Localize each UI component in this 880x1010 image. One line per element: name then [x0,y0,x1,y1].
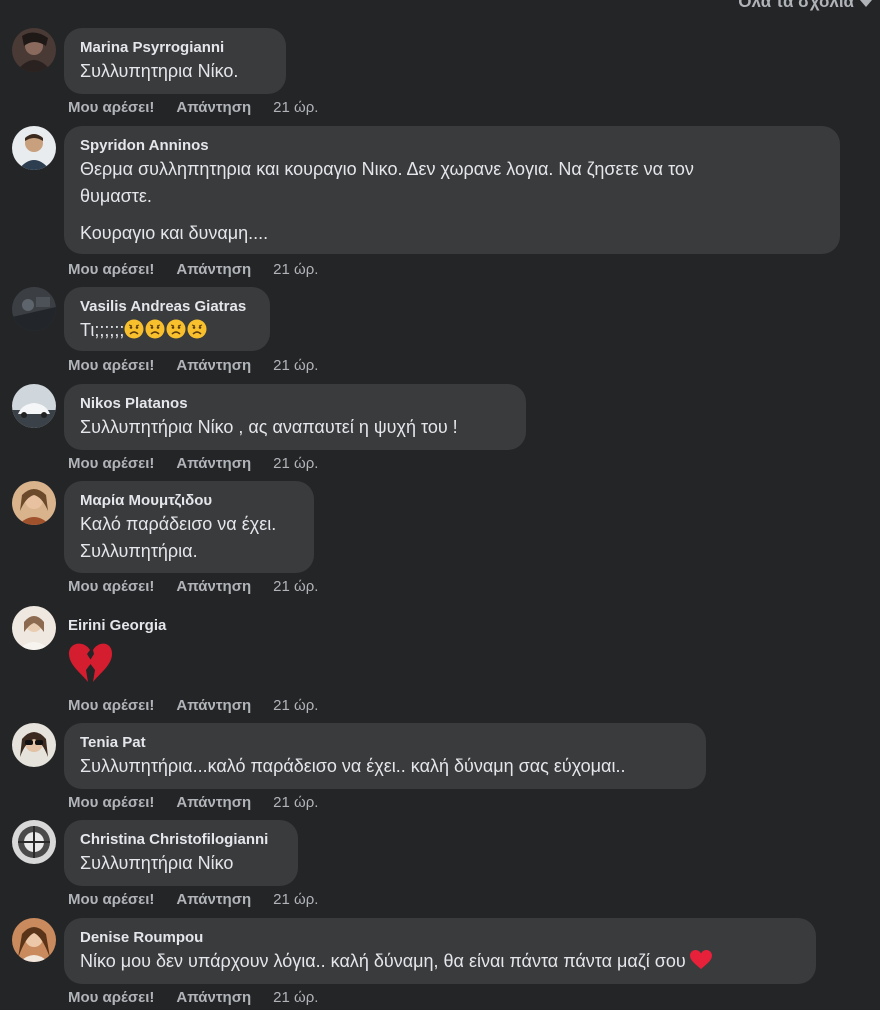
comment-timestamp[interactable]: 21 ώρ. [273,357,318,375]
avatar[interactable] [12,384,56,428]
comment-timestamp[interactable]: 21 ώρ. [273,989,318,1007]
sad-face-icon [187,319,207,339]
sad-face-icon [166,319,186,339]
comment-timestamp[interactable]: 21 ώρ. [273,455,318,473]
like-button[interactable]: Μου αρέσει! [68,578,154,596]
comment-timestamp[interactable]: 21 ώρ. [273,891,318,909]
like-button[interactable]: Μου αρέσει! [68,794,154,812]
comment-author[interactable]: Vasilis Andreas Giatras [80,297,254,317]
comment-text: Τι;;;;;; [80,317,254,344]
avatar[interactable] [12,606,56,650]
sad-face-icon [145,319,165,339]
comment-text: Κουραγιο και δυναμη.... [80,223,269,243]
comment-author[interactable]: Μαρία Μουμτζιδου [80,491,298,511]
comment-timestamp[interactable]: 21 ώρ. [273,99,318,117]
reply-button[interactable]: Απάντηση [176,891,251,909]
comment-author[interactable]: Nikos Platanos [80,394,510,414]
broken-heart-icon [68,643,113,682]
like-button[interactable]: Μου αρέσει! [68,99,154,117]
comment-bubble: Tenia Pat Συλλυπητήρια...καλό παράδεισο … [64,723,706,789]
comments-panel: Όλα τα σχόλια Marina Psyrrogianni Συλλυπ… [0,0,880,1010]
comment-timestamp[interactable]: 21 ώρ. [273,697,318,715]
comment-actions: Μου αρέσει! Απάντηση 21 ώρ. [68,578,318,596]
sad-face-icon [124,319,144,339]
comment-bubble: Christina Christofilogianni Συλλυπητήρια… [64,820,298,886]
comment-text: θυμαστε. [80,186,152,206]
like-button[interactable]: Μου αρέσει! [68,261,154,279]
like-button[interactable]: Μου αρέσει! [68,357,154,375]
comment-author[interactable]: Denise Roumpou [80,928,800,948]
comment-actions: Μου αρέσει! Απάντηση 21 ώρ. [68,261,318,279]
avatar[interactable] [12,28,56,72]
comment-timestamp[interactable]: 21 ώρ. [273,578,318,596]
avatar[interactable] [12,918,56,962]
comment-bubble: Vasilis Andreas Giatras Τι;;;;;; [64,287,270,351]
comment-author[interactable]: Eirini Georgia [68,617,166,634]
like-button[interactable]: Μου αρέσει! [68,989,154,1007]
comment-actions: Μου αρέσει! Απάντηση 21 ώρ. [68,99,318,117]
red-heart-icon [689,950,712,969]
comment-author[interactable]: Tenia Pat [80,733,690,753]
reply-button[interactable]: Απάντηση [176,578,251,596]
like-button[interactable]: Μου αρέσει! [68,891,154,909]
comment-filter-label: Όλα τα σχόλια [737,0,854,11]
avatar[interactable] [12,126,56,170]
avatar[interactable] [12,287,56,331]
reply-button[interactable]: Απάντηση [176,794,251,812]
reply-button[interactable]: Απάντηση [176,261,251,279]
comment-text: Νίκο μου δεν υπάρχουν λόγια.. καλή δύναμ… [80,948,800,975]
comment-author[interactable]: Marina Psyrrogianni [80,38,270,58]
comment-timestamp[interactable]: 21 ώρ. [273,261,318,279]
comment-text-part: Τι;;;;;; [80,320,125,340]
comment-text: Συλλυπητήρια Νίκο , ας αναπαυτεί η ψυχή … [80,417,458,437]
comment-bubble: Μαρία Μουμτζιδου Καλό παράδεισο να έχει.… [64,481,314,573]
comment-text: Θερμα συλληπητηρια και κουραγιο Νικο. Δε… [80,159,694,179]
comment-timestamp[interactable]: 21 ώρ. [273,794,318,812]
comment-actions: Μου αρέσει! Απάντηση 21 ώρ. [68,357,318,375]
comment-text: Συλλυπητήρια...καλό παράδεισο να έχει.. … [80,756,626,776]
comment-bubble: Denise Roumpou Νίκο μου δεν υπάρχουν λόγ… [64,918,816,984]
comment-actions: Μου αρέσει! Απάντηση 21 ώρ. [68,891,318,909]
reply-button[interactable]: Απάντηση [176,989,251,1007]
comment-filter-dropdown[interactable]: Όλα τα σχόλια [737,0,872,12]
avatar[interactable] [12,481,56,525]
comment-actions: Μου αρέσει! Απάντηση 21 ώρ. [68,989,318,1007]
comment-bubble: Marina Psyrrogianni Συλλυπητηρια Νίκο. [64,28,286,94]
avatar[interactable] [12,723,56,767]
reply-button[interactable]: Απάντηση [176,697,251,715]
comment-author[interactable]: Spyridon Anninos [80,136,824,156]
avatar[interactable] [12,820,56,864]
comment-actions: Μου αρέσει! Απάντηση 21 ώρ. [68,455,318,473]
comment-author[interactable]: Christina Christofilogianni [80,830,282,850]
reply-button[interactable]: Απάντηση [176,455,251,473]
comment-bubble: Spyridon Anninos Θερμα συλληπητηρια και … [64,126,840,254]
comment-text: Συλλυπητηρια Νίκο. [80,61,239,81]
comment-bubble: Nikos Platanos Συλλυπητήρια Νίκο , ας αν… [64,384,526,450]
like-button[interactable]: Μου αρέσει! [68,697,154,715]
comment-actions: Μου αρέσει! Απάντηση 21 ώρ. [68,697,318,715]
comment-text: Συλλυπητήρια. [80,541,198,561]
comment-text: Συλλυπητήρια Νίκο [80,853,234,873]
caret-down-icon [860,0,872,7]
reply-button[interactable]: Απάντηση [176,99,251,117]
comment-text-part: Νίκο μου δεν υπάρχουν λόγια.. καλή δύναμ… [80,951,686,971]
reply-button[interactable]: Απάντηση [176,357,251,375]
comment-actions: Μου αρέσει! Απάντηση 21 ώρ. [68,794,318,812]
like-button[interactable]: Μου αρέσει! [68,455,154,473]
comment-text: Καλό παράδεισο να έχει. [80,514,277,534]
